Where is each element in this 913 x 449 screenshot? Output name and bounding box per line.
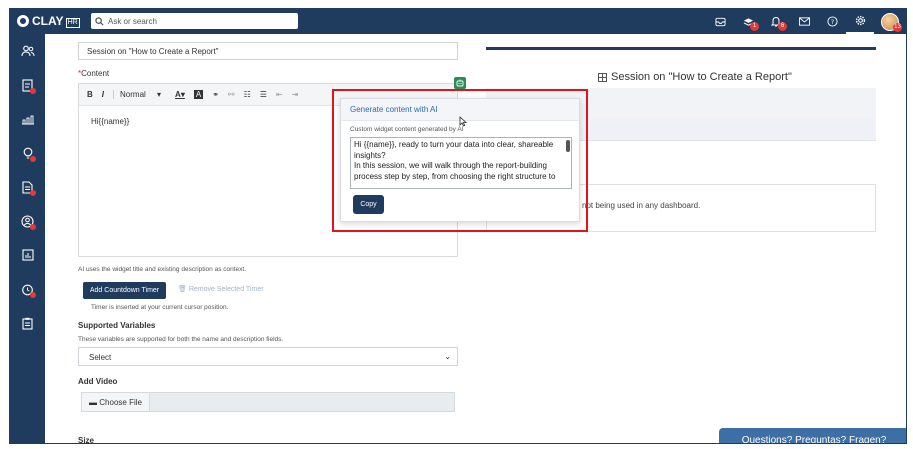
size-label: Size <box>78 436 95 444</box>
ai-generated-text: Hi {{name}}, ready to turn your data int… <box>354 140 556 181</box>
style-dropdown-value: Normal <box>120 90 146 99</box>
remove-timer-label: Remove Selected Timer <box>188 286 264 293</box>
top-icons: 1 6 ? 13 <box>706 9 906 34</box>
font-color-icon[interactable]: A▾ <box>175 90 185 99</box>
ordered-list-icon[interactable]: ☷ <box>244 90 251 99</box>
ai-context-note: AI uses the widget title and existing de… <box>78 266 247 273</box>
outdent-icon[interactable]: ⇤ <box>276 90 283 99</box>
highlight-color-icon[interactable]: A <box>193 90 204 99</box>
sidebar-item-users[interactable] <box>10 34 45 68</box>
widget-form: Session on "How to Create a Report" *Con… <box>45 34 486 444</box>
search-icon <box>95 16 104 25</box>
ai-robot-icon <box>456 79 464 87</box>
preview-panel: Session on "How to Create a Report" not … <box>486 34 906 443</box>
clipboard-icon <box>22 317 33 330</box>
content-label-text: Content <box>81 69 110 78</box>
textarea-scrollbar[interactable] <box>566 140 570 152</box>
video-file-input[interactable]: ▬ Choose File <box>81 392 455 412</box>
italic-button[interactable]: I <box>102 90 104 99</box>
timer-note: Timer is inserted at your current cursor… <box>91 304 229 311</box>
gear-icon[interactable] <box>846 9 874 34</box>
link-icon[interactable]: ⚭ <box>212 90 219 99</box>
supported-variables-note: These variables are supported for both t… <box>78 336 284 343</box>
timer-alert-dot <box>30 292 36 298</box>
search-box[interactable]: Ask or search <box>91 13 298 29</box>
add-video-label: Add Video <box>78 377 118 386</box>
layers-badge: 1 <box>750 22 759 31</box>
remove-timer-button[interactable]: 🗑 Remove Selected Timer <box>178 285 264 293</box>
search-placeholder: Ask or search <box>108 16 157 26</box>
documents-alert-dot <box>30 190 36 196</box>
ai-generate-button[interactable] <box>454 77 466 89</box>
top-bar: CLAY HR Ask or search 1 6 ? 13 <box>10 9 906 34</box>
chevron-down-icon: ⌄ <box>444 352 451 361</box>
preview-divider <box>486 47 876 50</box>
tasks-alert-dot <box>30 88 36 94</box>
preview-title: Session on "How to Create a Report" <box>598 71 792 83</box>
content-label: *Content <box>78 69 109 78</box>
mail-icon[interactable] <box>790 9 818 34</box>
sidebar-item-documents[interactable] <box>10 170 45 204</box>
svg-text:?: ? <box>830 18 833 26</box>
ai-popup-subtitle: Custom widget content generated by AI <box>350 126 464 133</box>
profile-alert-dot <box>30 224 36 230</box>
brand-logo[interactable]: CLAY HR <box>17 13 80 29</box>
sidebar-item-reports[interactable] <box>10 238 45 272</box>
ideas-alert-dot <box>30 156 36 162</box>
analytics-icon <box>21 115 34 124</box>
bell-icon[interactable]: 6 <box>762 9 790 34</box>
variables-select-value: Select <box>89 353 112 362</box>
unlink-icon[interactable]: ⚯ <box>228 90 235 99</box>
logo-mark-icon <box>17 15 29 27</box>
folder-icon: ▬ <box>89 397 98 407</box>
sidebar-item-timer[interactable] <box>10 272 45 306</box>
user-avatar[interactable]: 13 <box>874 9 906 34</box>
trash-icon: 🗑 <box>178 286 187 293</box>
sidebar-item-profile[interactable] <box>10 204 45 238</box>
dashboard-usage-text: not being used in any dashboard. <box>582 201 701 210</box>
avatar-badge: 13 <box>893 23 902 32</box>
users-icon <box>20 45 34 57</box>
app-window: CLAY HR Ask or search 1 6 ? 13 Session o… <box>9 8 907 444</box>
sidebar-item-tasks[interactable] <box>10 68 45 102</box>
copy-button[interactable]: Copy <box>353 195 384 214</box>
sidebar <box>10 34 45 443</box>
preview-title-text: Session on "How to Create a Report" <box>611 71 792 83</box>
bell-badge: 6 <box>778 22 787 31</box>
add-countdown-timer-button[interactable]: Add Countdown Timer <box>83 282 166 299</box>
grid-icon <box>598 72 607 82</box>
sidebar-item-analytics[interactable] <box>10 102 45 136</box>
style-dropdown[interactable]: Normal ▾ <box>113 90 161 99</box>
mouse-cursor-icon <box>459 116 467 127</box>
supported-variables-label: Supported Variables <box>78 321 156 330</box>
help-chat-button[interactable]: Questions? Preguntas? Fragen? <box>719 428 906 443</box>
inbox-icon[interactable] <box>706 9 734 34</box>
bullet-list-icon[interactable]: ☰ <box>260 90 267 99</box>
choose-file-button[interactable]: ▬ Choose File <box>82 393 150 411</box>
indent-icon[interactable]: ⇥ <box>292 90 299 99</box>
brand-suffix: HR <box>65 18 80 28</box>
variables-select[interactable]: Select ⌄ <box>78 347 458 366</box>
sidebar-item-ideas[interactable] <box>10 136 45 170</box>
reports-icon <box>21 249 34 261</box>
ai-generated-textarea[interactable]: Hi {{name}}, ready to turn your data int… <box>350 137 572 189</box>
help-icon[interactable]: ? <box>818 9 846 34</box>
bold-button[interactable]: B <box>87 90 93 99</box>
choose-file-label: Choose File <box>99 397 142 407</box>
title-input[interactable]: Session on "How to Create a Report" <box>78 42 458 60</box>
layers-icon[interactable]: 1 <box>734 9 762 34</box>
sidebar-item-clipboard[interactable] <box>10 306 45 340</box>
brand-name: CLAY <box>32 14 64 28</box>
